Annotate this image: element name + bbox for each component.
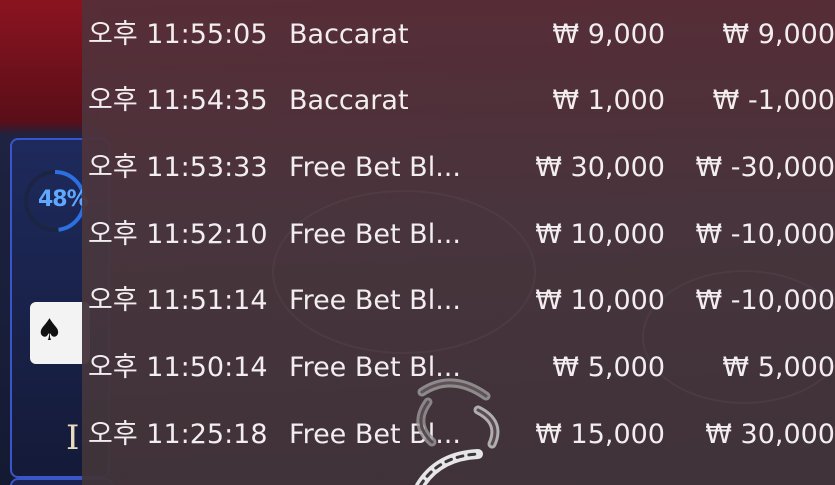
history-result-amount: ₩ 9,000 [722, 19, 835, 50]
history-bet-amount: ₩ 9,000 [552, 19, 665, 50]
history-time: 오후 11:54:35 [88, 85, 268, 116]
card-suit-badge: ♠ [30, 302, 90, 364]
history-game: Free Bet Bl... [289, 419, 461, 450]
history-bet-amount: ₩ 5,000 [552, 352, 665, 383]
progress-percent-label: 48% [38, 187, 89, 212]
history-time: 오후 11:50:14 [88, 352, 268, 383]
history-time: 오후 11:52:10 [88, 219, 268, 250]
history-row[interactable]: 오후 11:54:35 Baccarat ₩ 1,000 ₩ -1,000 [82, 68, 835, 134]
history-bet-amount: ₩ 30,000 [535, 152, 665, 183]
history-game: Free Bet Bl... [289, 352, 461, 383]
history-bet-amount: ₩ 10,000 [535, 219, 665, 250]
history-result-amount: ₩ -10,000 [695, 219, 835, 250]
history-result-amount: ₩ 30,000 [705, 419, 835, 450]
bet-history-panel: 오후 11:55:05 Baccarat ₩ 9,000 ₩ 9,000 오후 … [82, 0, 835, 485]
history-row[interactable]: 오후 11:51:14 Free Bet Bl... ₩ 10,000 ₩ -1… [82, 268, 835, 334]
history-row[interactable]: 오후 11:50:14 Free Bet Bl... ₩ 5,000 ₩ 5,0… [82, 335, 835, 401]
screen: 48% ♠ I 오후 11:55:05 Baccarat ₩ 9,000 ₩ 9… [0, 0, 835, 485]
history-bet-amount: ₩ 15,000 [535, 419, 665, 450]
history-row[interactable]: 오후 11:52:10 Free Bet Bl... ₩ 10,000 ₩ -1… [82, 202, 835, 268]
history-time: 오후 11:53:33 [88, 152, 268, 183]
history-time: 오후 11:55:05 [88, 19, 268, 50]
history-row[interactable]: 오후 11:25:18 Free Bet Bl... ₩ 15,000 ₩ 30… [82, 402, 835, 468]
history-time: 오후 11:25:18 [88, 419, 268, 450]
history-result-amount: ₩ -10,000 [695, 285, 835, 316]
history-row[interactable]: 오후 11:55:05 Baccarat ₩ 9,000 ₩ 9,000 [82, 2, 835, 68]
game-title-partial: I [66, 418, 80, 458]
history-time: 오후 11:51:14 [88, 285, 268, 316]
history-game: Free Bet Bl... [289, 219, 461, 250]
history-result-amount: ₩ 5,000 [722, 352, 835, 383]
history-bet-amount: ₩ 10,000 [535, 285, 665, 316]
history-game: Free Bet Bl... [289, 285, 461, 316]
history-game: Baccarat [289, 19, 409, 50]
spade-icon: ♠ [36, 313, 63, 348]
history-result-amount: ₩ -30,000 [695, 152, 835, 183]
history-bet-amount: ₩ 1,000 [552, 85, 665, 116]
history-result-amount: ₩ -1,000 [712, 85, 835, 116]
history-game: Free Bet Bl... [289, 152, 461, 183]
history-game: Baccarat [289, 85, 409, 116]
history-row[interactable]: 오후 11:53:33 Free Bet Bl... ₩ 30,000 ₩ -3… [82, 135, 835, 201]
